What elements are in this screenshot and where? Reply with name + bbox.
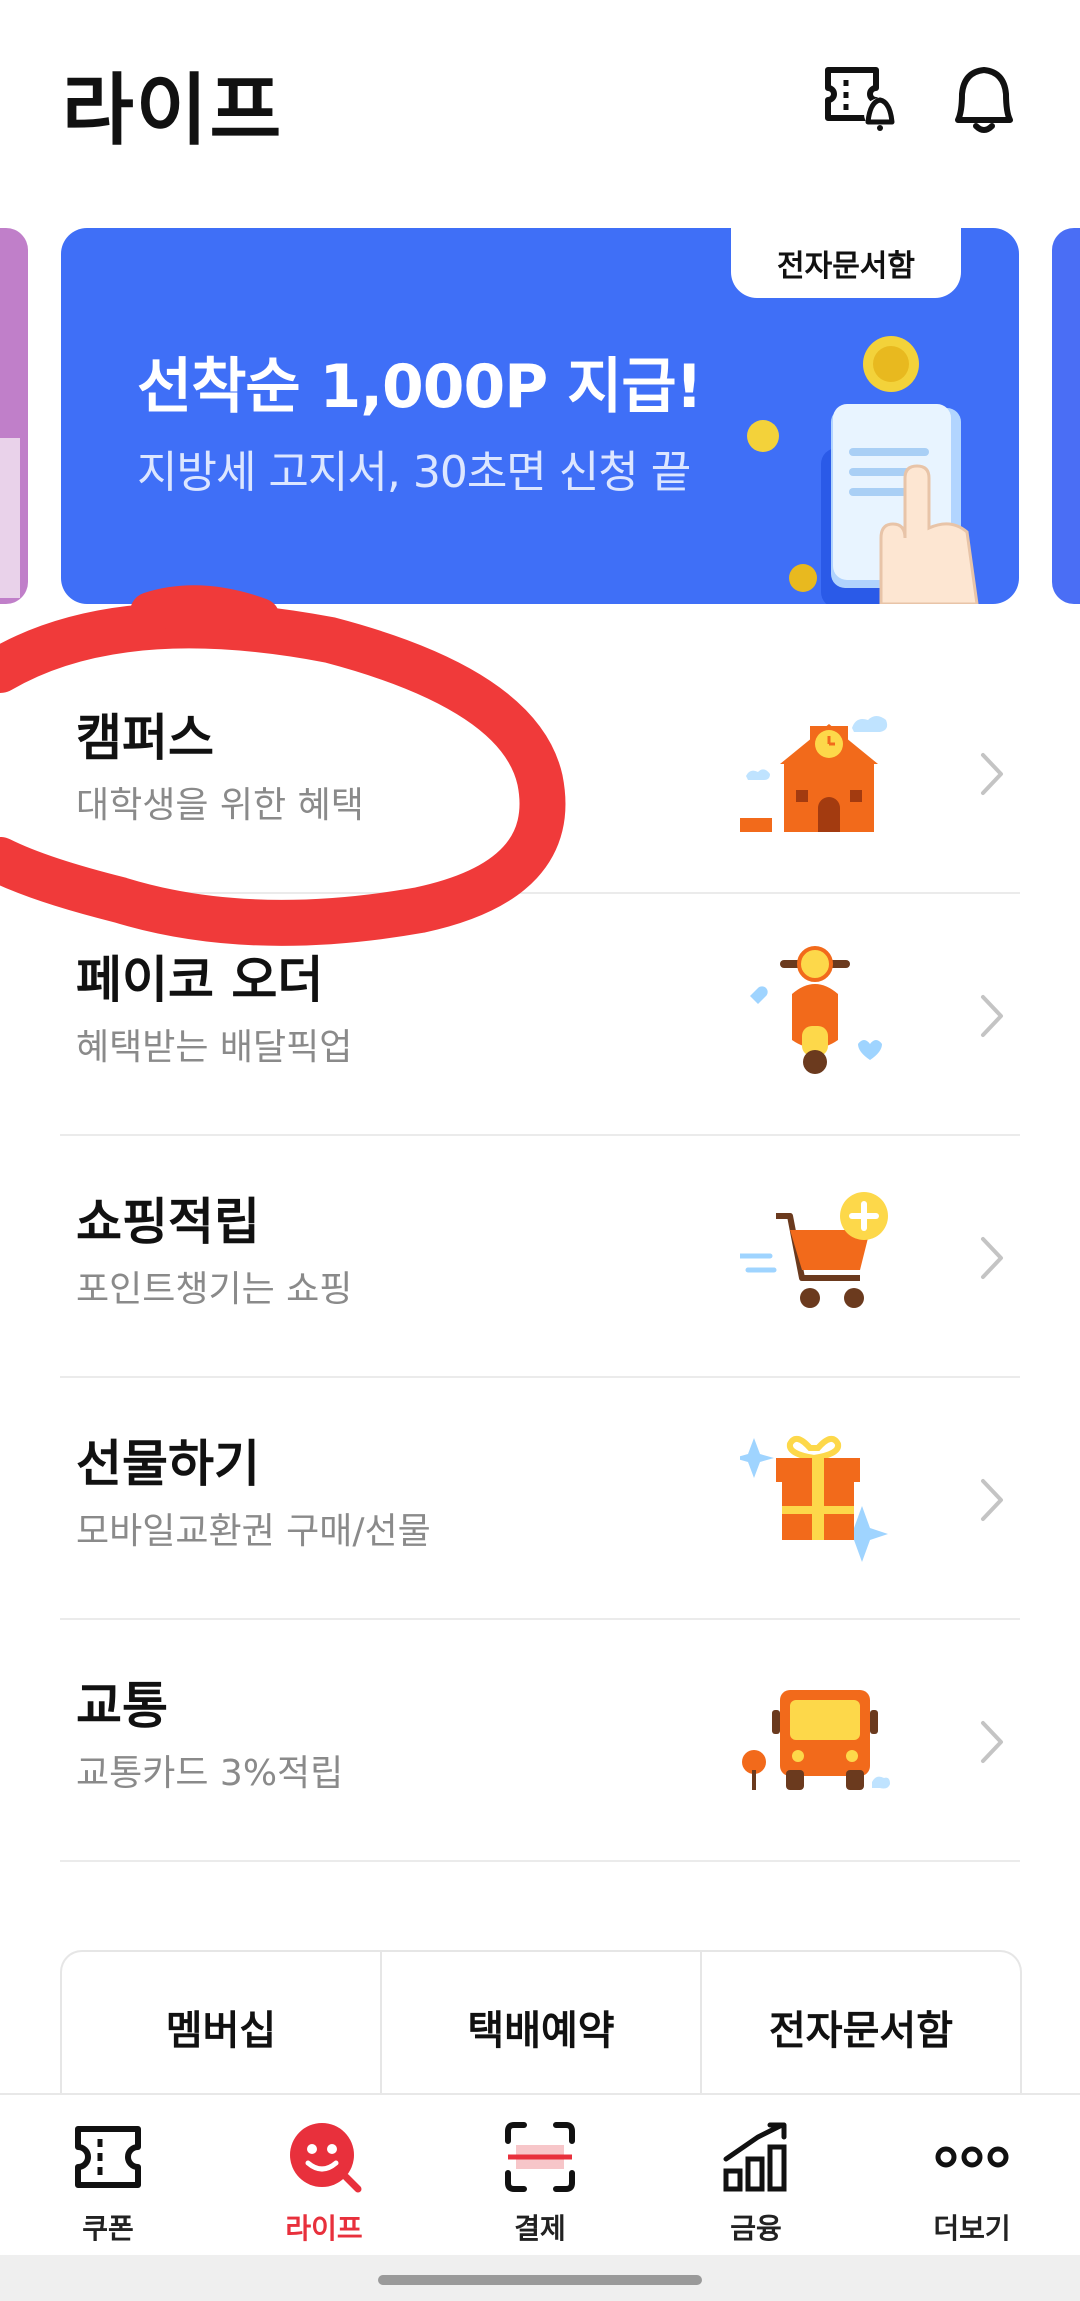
quick-link-e-document-box[interactable]: 전자문서함 xyxy=(702,1952,1020,2102)
menu-item-payco-order[interactable]: 페이코 오더 혜택받는 배달픽업 xyxy=(60,894,1020,1136)
banner-title: 선착순 1,000P 지급! xyxy=(137,352,703,422)
ticket-bell-icon[interactable] xyxy=(820,58,900,138)
more-dots-icon xyxy=(935,2146,1009,2168)
menu-item-campus[interactable]: 캠퍼스 대학생을 위한 혜택 xyxy=(60,652,1020,894)
system-navigation-bar xyxy=(0,2255,1080,2301)
menu-item-title: 선물하기 xyxy=(76,1435,260,1493)
smile-life-icon xyxy=(290,2123,362,2193)
menu-item-shopping-reward[interactable]: 쇼핑적립 포인트챙기는 쇼핑 xyxy=(60,1136,1020,1378)
chevron-right-icon xyxy=(981,1479,1003,1521)
page-title: 라이프 xyxy=(62,66,284,156)
nav-label: 쿠폰 xyxy=(82,2212,134,2245)
chevron-right-icon xyxy=(981,1237,1003,1279)
menu-item-subtitle: 혜택받는 배달픽업 xyxy=(76,1027,353,1068)
promo-banner[interactable]: 전자문서함 선착순 1,000P 지급! 지방세 고지서, 30초면 신청 끝 xyxy=(61,228,1019,604)
menu-item-subtitle: 교통카드 3%적립 xyxy=(76,1753,344,1794)
shopping-cart-icon xyxy=(740,1192,888,1308)
quick-links: 멤버십 택배예약 전자문서함 xyxy=(60,1950,1022,2102)
quick-link-parcel-booking[interactable]: 택배예약 xyxy=(382,1952,702,2102)
finance-chart-icon xyxy=(723,2122,787,2192)
chevron-right-icon xyxy=(981,995,1003,1037)
menu-item-title: 캠퍼스 xyxy=(76,709,214,767)
nav-label: 결제 xyxy=(514,2212,566,2245)
life-menu-list: 캠퍼스 대학생을 위한 혜택 페이코 오더 혜택받는 배달픽업 쇼핑적립 포인트… xyxy=(60,652,1020,1862)
menu-item-transport[interactable]: 교통 교통카드 3%적립 xyxy=(60,1620,1020,1862)
nav-label: 금융 xyxy=(730,2212,782,2245)
menu-item-title: 쇼핑적립 xyxy=(76,1193,260,1251)
coupon-icon xyxy=(75,2126,141,2188)
bus-icon xyxy=(742,1690,890,1790)
previous-banner-peek[interactable] xyxy=(0,228,28,604)
nav-tab-finance[interactable]: 금융 xyxy=(648,2095,864,2257)
menu-item-title: 교통 xyxy=(76,1677,168,1735)
banner-tag: 전자문서함 xyxy=(731,228,961,298)
campus-building-icon xyxy=(740,716,888,832)
banner-carousel[interactable]: 전자문서함 선착순 1,000P 지급! 지방세 고지서, 30초면 신청 끝 xyxy=(0,228,1080,604)
menu-item-subtitle: 모바일교환권 구매/선물 xyxy=(76,1511,431,1552)
banner-subtitle: 지방세 고지서, 30초면 신청 끝 xyxy=(137,447,691,498)
nav-label: 더보기 xyxy=(933,2212,1011,2245)
scooter-icon xyxy=(750,946,882,1074)
menu-item-title: 페이코 오더 xyxy=(76,951,324,1009)
chevron-right-icon xyxy=(981,753,1003,795)
top-header: 라이프 xyxy=(0,0,1080,200)
chevron-right-icon xyxy=(981,1721,1003,1763)
quick-link-membership[interactable]: 멤버십 xyxy=(62,1952,382,2102)
gift-box-icon xyxy=(740,1435,888,1562)
nav-tab-more[interactable]: 더보기 xyxy=(864,2095,1080,2257)
menu-item-gift[interactable]: 선물하기 모바일교환권 구매/선물 xyxy=(60,1378,1020,1620)
nav-label: 라이프 xyxy=(285,2212,363,2245)
menu-item-subtitle: 포인트챙기는 쇼핑 xyxy=(76,1269,353,1310)
home-indicator[interactable] xyxy=(378,2275,702,2285)
bottom-navigation: 쿠폰 라이프 결제 금융 더보기 xyxy=(0,2093,1080,2257)
scan-pay-icon xyxy=(505,2122,575,2192)
nav-tab-coupon[interactable]: 쿠폰 xyxy=(0,2095,216,2257)
next-banner-peek[interactable] xyxy=(1052,228,1080,604)
menu-item-subtitle: 대학생을 위한 혜택 xyxy=(76,785,364,826)
tapping-phone-illustration xyxy=(747,336,979,604)
bell-icon[interactable] xyxy=(944,58,1024,138)
nav-tab-life[interactable]: 라이프 xyxy=(216,2095,432,2257)
nav-tab-payment[interactable]: 결제 xyxy=(432,2095,648,2257)
